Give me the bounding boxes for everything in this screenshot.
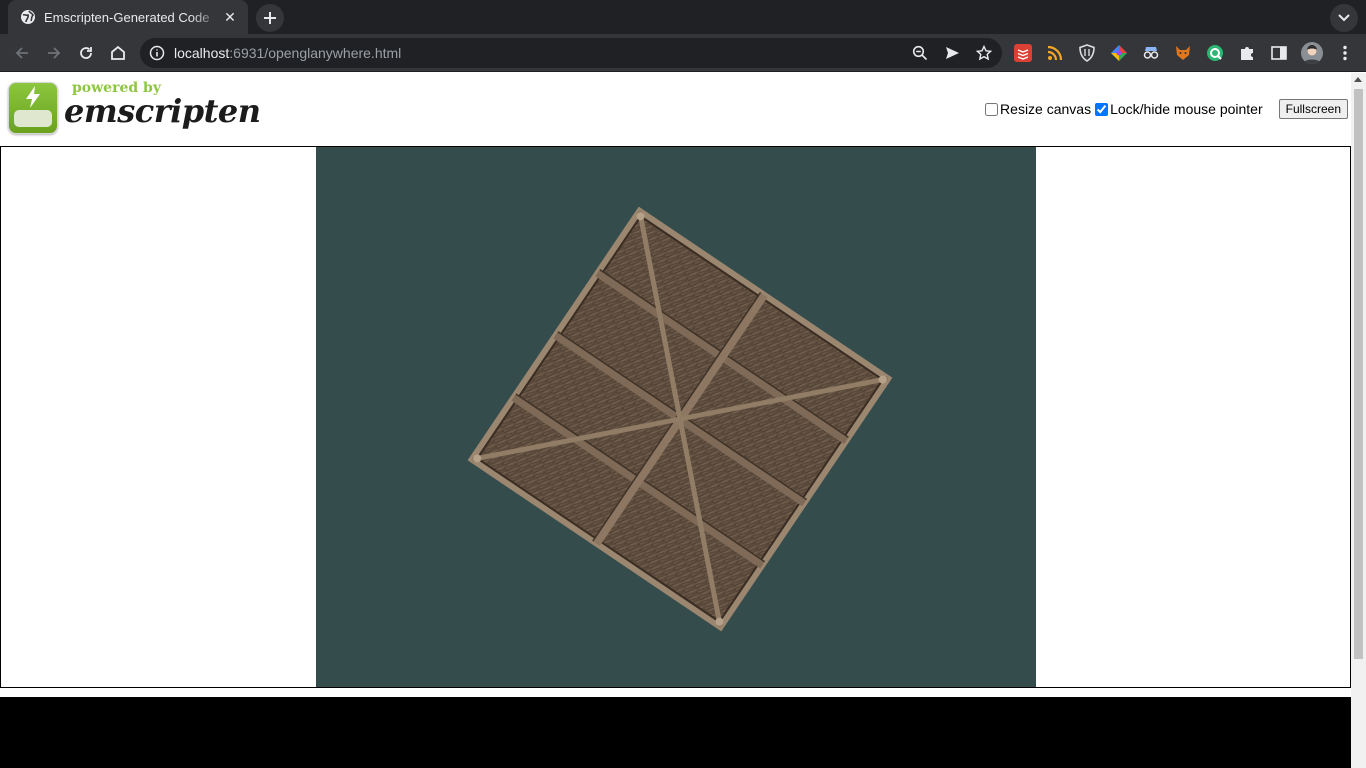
menu-icon[interactable] — [1336, 44, 1354, 62]
scroll-up-arrow-icon[interactable] — [1354, 77, 1362, 82]
page-viewport: powered by emscripten Resize canvas Lock… — [0, 73, 1366, 768]
chevron-down-icon — [1338, 14, 1350, 22]
back-button[interactable] — [10, 41, 34, 65]
logo-wordmark: emscripten — [64, 92, 261, 130]
fox-icon[interactable] — [1174, 44, 1192, 62]
address-bar[interactable]: localhost:6931/openglanywhere.html — [140, 38, 1002, 68]
url-host: localhost — [174, 45, 230, 61]
shield-icon[interactable] — [1078, 44, 1096, 62]
resize-canvas-checkbox[interactable] — [985, 102, 999, 116]
avatar[interactable] — [1301, 42, 1323, 64]
lock-pointer-label: Lock/hide mouse pointer — [1110, 101, 1263, 117]
resize-canvas-label: Resize canvas — [1000, 101, 1092, 117]
console-output — [0, 697, 1351, 768]
webgl-canvas[interactable] — [316, 147, 1036, 687]
canvas-container — [0, 146, 1351, 688]
logo-badge — [8, 82, 58, 134]
canvas-controls: Resize canvas Lock/hide mouse pointer Fu… — [985, 99, 1348, 119]
vertical-scrollbar[interactable] — [1351, 73, 1366, 768]
url-path: :6931/openglanywhere.html — [229, 45, 402, 61]
tab-search-button[interactable] — [1330, 4, 1358, 32]
url-text: localhost:6931/openglanywhere.html — [174, 38, 401, 68]
reload-icon — [80, 47, 92, 59]
arrow-right-icon — [48, 47, 61, 59]
todoist-icon[interactable] — [1014, 44, 1032, 62]
browser-toolbar: localhost:6931/openglanywhere.html — [0, 34, 1366, 72]
puzzle-icon[interactable] — [1238, 44, 1256, 62]
rss-icon[interactable] — [1046, 44, 1064, 62]
bookmark-star-icon[interactable] — [976, 45, 992, 61]
tab-title: Emscripten-Generated Code — [44, 9, 210, 25]
wooden-crate — [467, 206, 893, 632]
browser-tab[interactable]: Emscripten-Generated Code ✕ — [8, 0, 248, 34]
scrollbar-thumb[interactable] — [1354, 89, 1363, 659]
send-icon[interactable] — [944, 45, 960, 61]
green-circle-icon[interactable] — [1206, 44, 1224, 62]
color-wheel-icon[interactable] — [1110, 44, 1128, 62]
home-button[interactable] — [106, 41, 130, 65]
close-tab-icon[interactable]: ✕ — [222, 9, 238, 25]
arrow-left-icon — [15, 47, 28, 59]
forward-button[interactable] — [42, 41, 66, 65]
lock-pointer-checkbox[interactable] — [1095, 102, 1109, 116]
info-icon[interactable] — [149, 45, 165, 61]
lightning-icon — [26, 86, 40, 108]
zoom-icon[interactable] — [912, 45, 928, 61]
tab-strip: Emscripten-Generated Code ✕ — [0, 0, 1366, 34]
spy-glasses-icon[interactable] — [1142, 44, 1160, 62]
reload-button[interactable] — [74, 41, 98, 65]
emscripten-logo: powered by emscripten — [8, 80, 261, 136]
sidepanel-icon[interactable] — [1270, 44, 1288, 62]
home-icon — [111, 45, 125, 60]
globe-icon — [20, 9, 36, 25]
new-tab-button[interactable] — [256, 4, 284, 32]
fullscreen-button[interactable]: Fullscreen — [1278, 99, 1348, 119]
plus-icon — [264, 12, 276, 24]
